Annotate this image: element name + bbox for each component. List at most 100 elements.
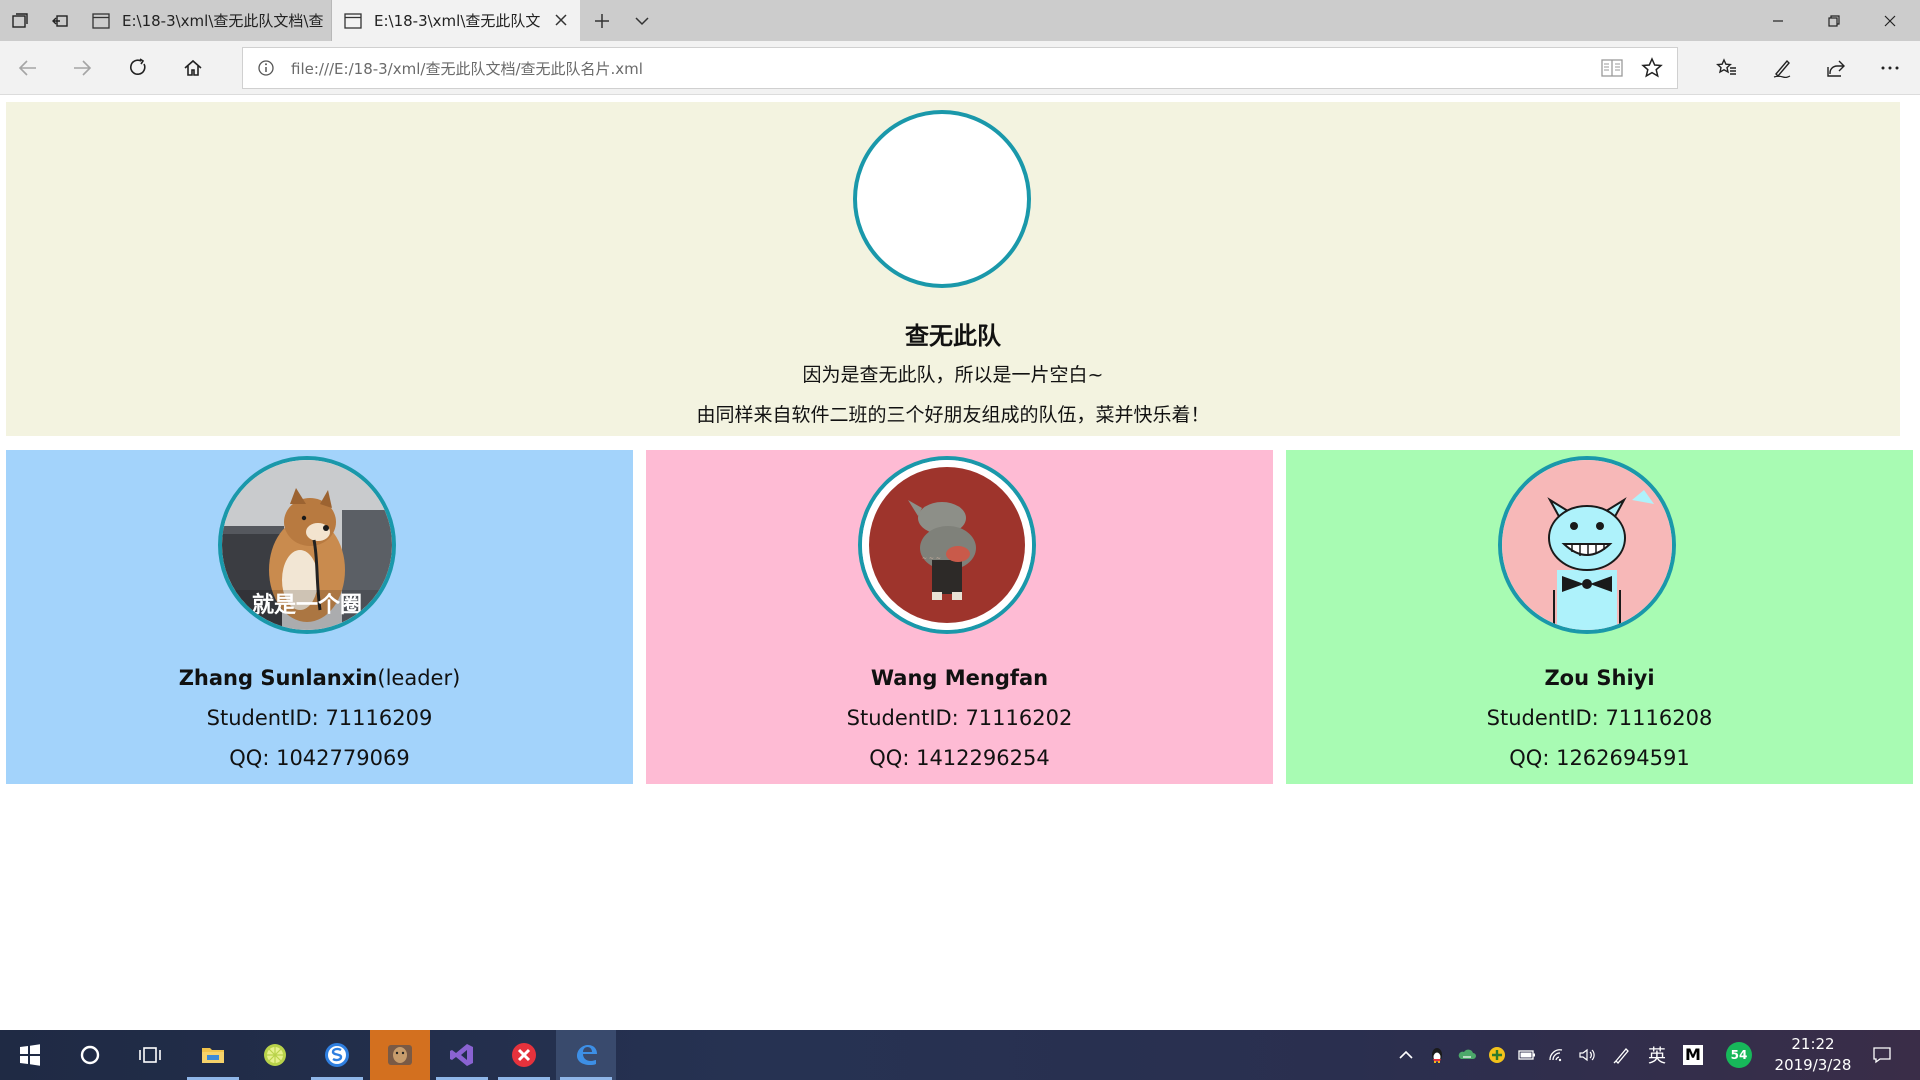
windows-logo-icon bbox=[20, 1044, 40, 1066]
tray-qq[interactable] bbox=[1424, 1030, 1450, 1080]
refresh-button[interactable] bbox=[118, 48, 158, 88]
info-icon[interactable] bbox=[257, 59, 275, 77]
tab-strip: E:\18-3\xml\查无此队文档\查 E:\18-3\xml\查无此队文 bbox=[0, 0, 1920, 41]
photo-thumbnail-icon bbox=[388, 1045, 412, 1065]
taskbar-file-explorer[interactable] bbox=[183, 1030, 243, 1080]
member-avatar bbox=[1498, 456, 1676, 634]
restore-icon bbox=[1828, 14, 1840, 27]
chevron-down-icon bbox=[635, 16, 649, 25]
address-bar[interactable]: file:///E:/18-3/xml/查无此队文档/查无此队名片.xml bbox=[242, 47, 1678, 89]
visual-studio-icon bbox=[450, 1044, 473, 1066]
cortana-search-button[interactable] bbox=[60, 1030, 120, 1080]
member-name-line: Wang Mengfan bbox=[646, 666, 1273, 690]
tab-title: E:\18-3\xml\查无此队文档\查 bbox=[122, 12, 324, 30]
member-qq: QQ: 1262694591 bbox=[1509, 746, 1690, 770]
taskbar-xmind[interactable] bbox=[494, 1030, 554, 1080]
member-name: Zou Shiyi bbox=[1544, 666, 1655, 690]
tray-m-app[interactable]: M bbox=[1678, 1030, 1708, 1080]
task-view-icon bbox=[139, 1047, 161, 1063]
restore-button[interactable] bbox=[1806, 0, 1862, 41]
more-dots-icon bbox=[1881, 66, 1899, 70]
tray-volume[interactable] bbox=[1574, 1030, 1600, 1080]
back-button[interactable] bbox=[8, 48, 48, 88]
tray-badge-app[interactable]: 54 bbox=[1722, 1030, 1756, 1080]
tray-pen[interactable] bbox=[1608, 1030, 1636, 1080]
close-window-button[interactable] bbox=[1862, 0, 1918, 41]
share-icon bbox=[1827, 60, 1845, 77]
set-aside-icon bbox=[52, 14, 68, 27]
action-center-button[interactable] bbox=[1862, 1030, 1902, 1080]
clock-time: 21:22 bbox=[1791, 1035, 1835, 1053]
favorites-button[interactable] bbox=[1707, 48, 1747, 88]
edge-icon bbox=[577, 1045, 597, 1065]
member-card-zhang: 就是一个圈 Zhang Sunlanxin(leader) StudentID:… bbox=[6, 450, 633, 784]
minimize-icon bbox=[1773, 19, 1783, 22]
share-button[interactable] bbox=[1816, 48, 1856, 88]
wifi-icon bbox=[1549, 1049, 1563, 1062]
shiba-dog-photo: 就是一个圈 bbox=[222, 460, 392, 630]
task-view-button[interactable] bbox=[120, 1030, 180, 1080]
favorites-hub-icon bbox=[1716, 58, 1736, 75]
tab-manager-button[interactable] bbox=[0, 0, 40, 41]
minimize-button[interactable] bbox=[1750, 0, 1806, 41]
reading-view-icon[interactable] bbox=[1601, 58, 1623, 78]
taskbar-visual-studio[interactable] bbox=[432, 1030, 492, 1080]
lime-app-icon bbox=[264, 1044, 286, 1066]
taskbar-edge[interactable] bbox=[556, 1030, 616, 1080]
close-icon bbox=[1884, 15, 1896, 26]
notification-icon bbox=[1873, 1047, 1891, 1064]
add-notes-button[interactable] bbox=[1762, 48, 1802, 88]
show-hidden-icons-button[interactable] bbox=[1394, 1030, 1418, 1080]
cartoon-cat-avatar bbox=[1502, 460, 1672, 630]
tray-battery[interactable] bbox=[1514, 1030, 1540, 1080]
member-name-line: Zhang Sunlanxin(leader) bbox=[6, 666, 633, 690]
page-icon bbox=[92, 12, 110, 29]
close-icon bbox=[555, 14, 567, 26]
member-name: Zhang Sunlanxin bbox=[178, 666, 378, 690]
page-icon bbox=[344, 12, 362, 29]
team-name: 查无此队 bbox=[905, 322, 1001, 350]
team-description-line-2: 由同样来自软件二班的三个好朋友组成的队伍，菜并快乐着！ bbox=[696, 404, 1210, 426]
s-browser-icon bbox=[325, 1043, 349, 1067]
taskbar-photo-app[interactable] bbox=[370, 1030, 430, 1080]
tray-network-app[interactable] bbox=[1454, 1030, 1480, 1080]
start-button[interactable] bbox=[0, 1030, 60, 1080]
taskbar-app-lime[interactable] bbox=[245, 1030, 305, 1080]
home-button[interactable] bbox=[173, 48, 213, 88]
speed-badge: 54 bbox=[1726, 1042, 1752, 1068]
folder-icon bbox=[202, 1048, 224, 1063]
member-student-id: StudentID: 71116208 bbox=[1486, 706, 1713, 730]
team-card: 查无此队 因为是查无此队，所以是一片空白~ 由同样来自软件二班的三个好朋友组成的… bbox=[6, 102, 1900, 436]
m-app-icon: M bbox=[1683, 1045, 1703, 1065]
cortana-circle-icon bbox=[80, 1045, 100, 1065]
cartoon-figure-avatar: ~ ~ ~ bbox=[862, 460, 1032, 630]
tabs-aside-icon bbox=[12, 12, 28, 28]
tab-inactive[interactable]: E:\18-3\xml\查无此队文档\查 bbox=[80, 0, 332, 41]
tab-active[interactable]: E:\18-3\xml\查无此队文 bbox=[332, 0, 580, 41]
system-clock[interactable]: 21:22 2019/3/28 bbox=[1768, 1034, 1858, 1076]
member-student-id: StudentID: 71116202 bbox=[846, 706, 1073, 730]
member-avatar: 就是一个圈 bbox=[218, 456, 396, 634]
tab-preview-button[interactable] bbox=[622, 0, 662, 41]
member-avatar: ~ ~ ~ bbox=[858, 456, 1036, 634]
close-tab-button[interactable] bbox=[552, 11, 570, 29]
new-tab-button[interactable] bbox=[582, 0, 622, 41]
more-button[interactable] bbox=[1870, 48, 1910, 88]
qq-penguin-icon bbox=[1432, 1048, 1442, 1063]
forward-button[interactable] bbox=[62, 48, 102, 88]
chevron-up-icon bbox=[1399, 1050, 1413, 1059]
set-tabs-aside-button[interactable] bbox=[40, 0, 80, 41]
member-name: Wang Mengfan bbox=[870, 666, 1049, 690]
tray-security-app[interactable] bbox=[1484, 1030, 1510, 1080]
refresh-icon bbox=[130, 58, 146, 75]
taskbar-sogou-browser[interactable] bbox=[307, 1030, 367, 1080]
arrow-left-icon bbox=[18, 60, 36, 76]
input-method-indicator[interactable]: 英 bbox=[1642, 1030, 1672, 1080]
favorite-star-icon[interactable] bbox=[1641, 57, 1663, 79]
cloud-app-icon bbox=[1458, 1049, 1476, 1059]
plus-icon bbox=[595, 13, 609, 28]
tray-wifi[interactable] bbox=[1544, 1030, 1570, 1080]
navigation-bar: file:///E:/18-3/xml/查无此队文档/查无此队名片.xml bbox=[0, 41, 1920, 95]
xmind-icon bbox=[512, 1043, 536, 1067]
url-text[interactable]: file:///E:/18-3/xml/查无此队文档/查无此队名片.xml bbox=[291, 58, 643, 79]
